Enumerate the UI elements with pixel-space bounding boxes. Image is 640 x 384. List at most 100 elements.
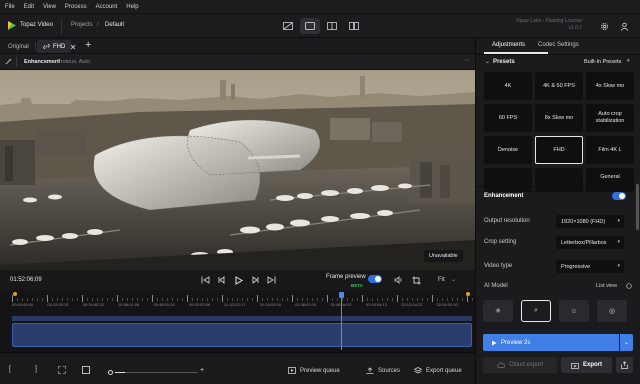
ruler-tick [462,298,463,301]
play-button[interactable] [233,276,243,285]
ruler-tick [377,298,378,301]
export-label: Export [582,362,602,368]
tab-close-icon[interactable] [70,44,76,52]
panel-scrollbar[interactable] [636,184,639,230]
playhead[interactable] [339,292,345,350]
presets-title: Presets [493,59,515,65]
next-frame-button[interactable] [250,276,260,285]
ruler-tick [207,298,208,301]
video-type-select[interactable]: Progressive ▾ [556,260,624,273]
video-viewer[interactable]: Unavailable [0,70,475,270]
tab-original[interactable]: Original [2,40,35,53]
preset-fhd[interactable]: FHD [535,136,583,164]
zoom-in-icon[interactable]: + [200,367,204,374]
export-button[interactable]: Export [561,357,612,373]
sources-button[interactable]: Sources [366,367,400,374]
preset-general[interactable]: General [586,168,634,192]
zoom-fit-select[interactable]: Fit [438,277,445,283]
play-icon [235,276,243,285]
ruler-tick [62,298,63,301]
video-clip-track[interactable] [12,323,472,347]
enhancement-toggle[interactable] [612,192,626,200]
crop-setting-select[interactable]: Letterbox/Pillarbox ▾ [556,236,624,249]
preset-auto-crop[interactable]: Auto crop stabilization [586,104,634,132]
preset-partial-1[interactable] [484,168,532,192]
preset-4k[interactable]: 4K [484,72,532,100]
preset-60fps[interactable]: 60 FPS [484,104,532,132]
model-face[interactable]: ☺ [559,300,589,322]
settings-button[interactable] [598,20,610,32]
preset-denoise[interactable]: Denoise [484,136,532,164]
preset-film-4k[interactable]: Film 4K L [586,136,634,164]
presets-collapse-icon[interactable]: ⌄ [485,58,490,65]
ruler-tick [437,298,438,301]
menu-edit[interactable]: Edit [24,4,34,10]
frame-range-button[interactable] [82,366,90,374]
timeline-tick-label: 00:24:00:22 [82,302,104,307]
presets-dropdown[interactable]: Built-In Presets [584,59,621,65]
tab-codec-settings[interactable]: Codec Settings [538,42,579,48]
previous-frame-button[interactable] [216,276,226,285]
volume-button[interactable] [393,276,403,285]
timeline[interactable]: 00:00:00:00 00:12:00:15 00:24:00:22 00:36:0… [0,290,475,352]
zoom-out-icon[interactable] [108,370,113,375]
preset-8x-slow-mo[interactable]: 8x Slow mo [535,104,583,132]
crop-button[interactable] [411,276,421,285]
model-other[interactable]: ◎ [597,300,627,322]
frame-preview-toggle[interactable] [368,275,382,283]
preset-partial-2[interactable] [535,168,583,192]
zoom-slider[interactable] [115,372,198,373]
more-options-button[interactable]: ··· [463,57,470,64]
list-view-button[interactable]: List view [596,283,617,289]
breadcrumb-current[interactable]: Default [105,22,124,28]
view-compare-button[interactable] [344,18,364,34]
tab-fhd[interactable]: FHD [37,40,72,53]
model-proteus[interactable]: ⌕ [521,300,551,322]
preview-button[interactable]: Preview 2s [483,334,619,351]
cloud-export-button[interactable]: Cloud export [483,357,557,373]
share-icon [621,361,628,369]
ruler-tick [337,298,338,301]
playhead-handle[interactable] [339,292,345,298]
set-out-point-button[interactable]: ] [35,366,37,373]
output-resolution-select[interactable]: 1920×1080 (FHD) ▾ [556,215,624,228]
view-single-button[interactable] [300,18,320,34]
view-side-by-side-button[interactable] [322,18,342,34]
clear-range-button[interactable] [58,366,66,374]
preset-4x-slow-mo[interactable]: 4x Slow mo [586,72,634,100]
share-button[interactable] [616,357,633,373]
tab-adjustments[interactable]: Adjustments [492,42,525,48]
go-to-end-button[interactable] [266,276,276,285]
go-to-start-button[interactable] [200,276,210,285]
add-tab-button[interactable]: + [85,39,91,52]
breadcrumb-projects[interactable]: Projects [71,22,93,28]
timeline-tick-label: 01:36:03:15 [295,302,317,307]
export-queue-button[interactable]: Export queue [414,367,462,374]
crop-icon [412,276,420,285]
app-header: Topaz Video Projects / Default Topaz Lab… [0,14,640,38]
view-split-button[interactable] [278,18,298,34]
menu-view[interactable]: View [43,4,56,10]
toggle-knob [619,193,625,199]
set-in-point-button[interactable]: [ [9,366,11,373]
menu-process[interactable]: Process [65,4,87,10]
ruler-tick [247,298,248,301]
menu-account[interactable]: Account [96,4,118,10]
timeline-tick-label: 00:00:02:06 [188,302,211,307]
ruler-tick [382,298,383,301]
ruler-tick [272,298,273,301]
account-button[interactable] [618,20,630,32]
ruler-tick [252,298,253,301]
ruler-tick [122,298,123,301]
ruler-tick [442,298,443,301]
model-sparkle[interactable]: ✳ [483,300,513,322]
layers-icon [414,367,422,374]
menu-file[interactable]: File [5,4,15,10]
ruler-tick [117,295,118,302]
preview-options-button[interactable]: ⌄ [620,334,633,351]
ruler-tick [202,298,203,301]
preview-queue-button[interactable]: Preview queue [288,367,340,374]
menu-help[interactable]: Help [126,4,138,10]
ruler-tick [22,298,23,301]
preset-4k-60fps[interactable]: 4K & 60 FPS [535,72,583,100]
